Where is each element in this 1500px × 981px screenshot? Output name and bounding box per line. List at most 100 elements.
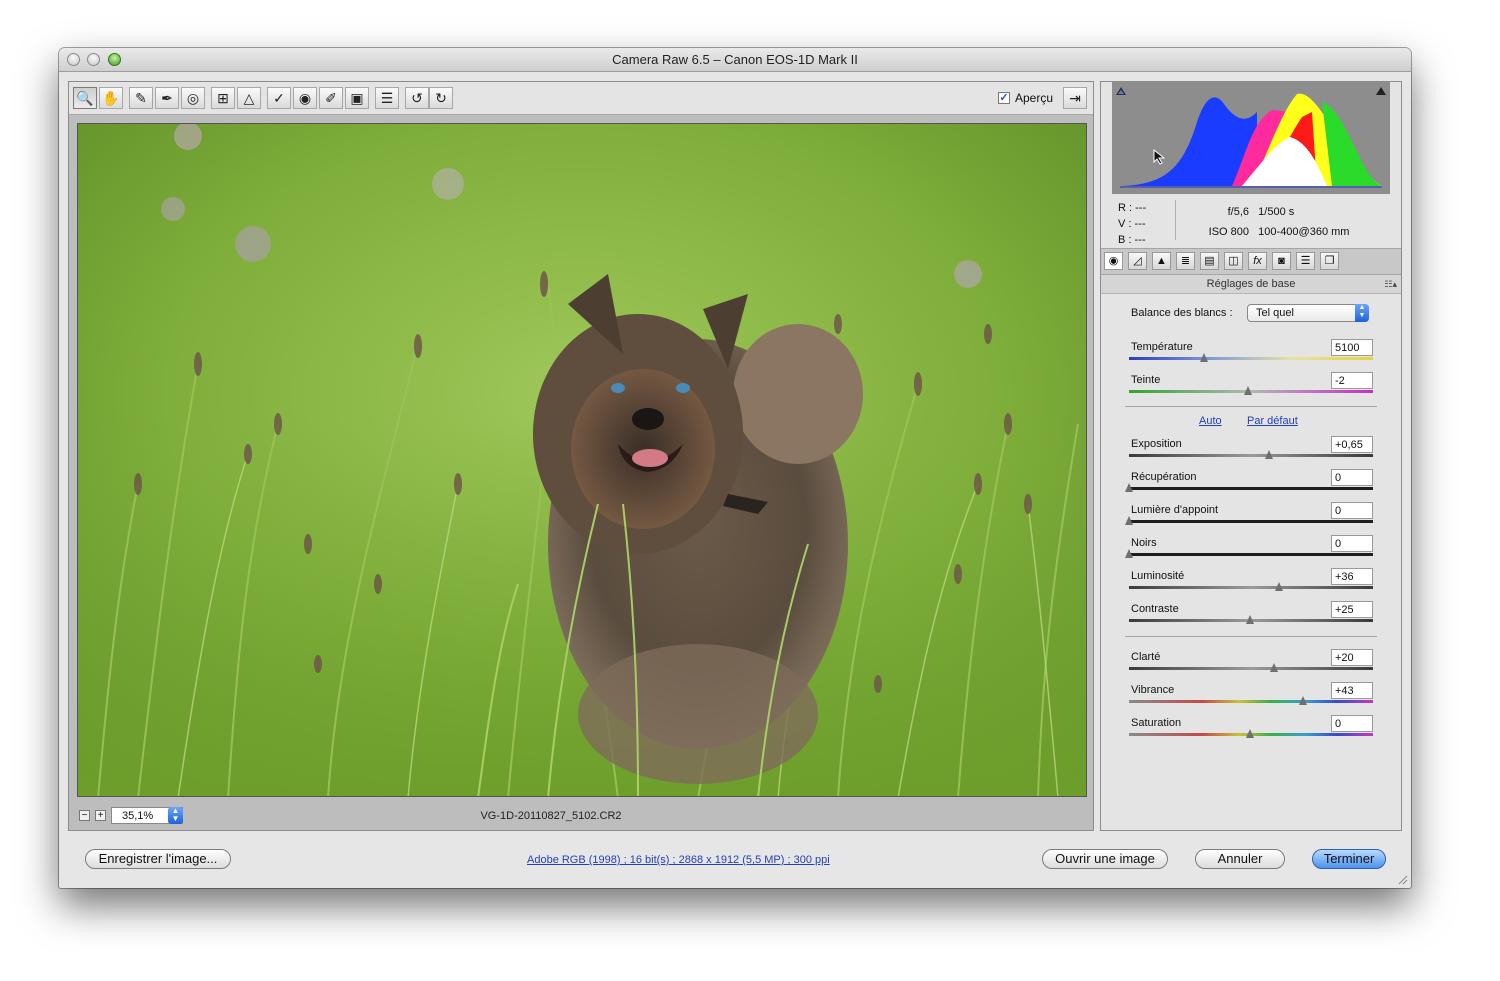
slider-value-field[interactable]: 5100 — [1331, 339, 1373, 356]
color-sampler-icon[interactable]: ✒ — [155, 87, 179, 109]
rotate-left-icon[interactable]: ↺ — [405, 87, 429, 109]
slider-thumb[interactable] — [1125, 483, 1133, 492]
slider-thumb[interactable] — [1275, 582, 1284, 591]
slider-row: Exposition +0,65 — [1129, 436, 1373, 468]
slider-label: Luminosité — [1131, 570, 1185, 582]
white-balance-select[interactable]: Tel quel ▲ ▼ — [1247, 304, 1369, 322]
graduated-filter-icon[interactable]: ▣ — [345, 87, 369, 109]
v-label: V : — [1118, 218, 1132, 230]
lens-corrections-icon[interactable]: ◫ — [1224, 252, 1243, 270]
slider-value-field[interactable]: +20 — [1331, 649, 1373, 666]
slider-row: Noirs 0 — [1125, 535, 1373, 567]
highlight-clipping-icon[interactable] — [1375, 85, 1387, 95]
workflow-options-link[interactable]: Adobe RGB (1998) ; 16 bit(s) ; 2868 x 19… — [527, 854, 830, 866]
preview-area: 🔍 ✋ ✎ ✒ ◎ ⊞ △ ✓ ◉ ✐ ▣ ☰ ↺ ↻ ✓ Aperçu ⇥ −… — [68, 81, 1094, 831]
fullscreen-icon[interactable]: ⇥ — [1063, 87, 1087, 109]
slider-value-field[interactable]: +0,65 — [1331, 436, 1373, 453]
slider-value-field[interactable]: +25 — [1331, 601, 1373, 618]
slider-value-field[interactable]: 0 — [1331, 715, 1373, 732]
open-image-button[interactable]: Ouvrir une image — [1042, 849, 1168, 869]
slider-track[interactable] — [1129, 357, 1373, 360]
default-link[interactable]: Par défaut — [1247, 415, 1298, 427]
slider-track[interactable] — [1129, 520, 1373, 523]
tone-curve-icon[interactable]: ◿ — [1128, 252, 1147, 270]
slider-track[interactable] — [1129, 487, 1373, 490]
slider-track[interactable] — [1129, 667, 1373, 670]
histogram — [1112, 82, 1390, 194]
slider-thumb[interactable] — [1246, 615, 1254, 624]
hand-icon[interactable]: ✋ — [99, 87, 123, 109]
shutter-speed: 1/500 s — [1258, 206, 1295, 218]
slider-thumb[interactable] — [1125, 516, 1133, 525]
slider-track[interactable] — [1129, 586, 1373, 589]
crop-icon[interactable]: ⊞ — [211, 87, 235, 109]
resize-grip-icon[interactable] — [1398, 875, 1408, 885]
preview-checkbox[interactable]: ✓ — [997, 92, 1010, 104]
straighten-icon[interactable]: △ — [237, 87, 261, 109]
slider-row: Teinte -2 — [1129, 372, 1373, 404]
slider-track[interactable] — [1129, 454, 1373, 457]
adjustment-brush-icon[interactable]: ✐ — [319, 87, 343, 109]
presets-icon[interactable]: ☰ — [1296, 252, 1315, 270]
info-divider — [1175, 200, 1176, 240]
white-balance-icon[interactable]: ✎ — [129, 87, 153, 109]
rotate-right-icon[interactable]: ↻ — [429, 87, 453, 109]
save-image-button[interactable]: Enregistrer l'image... — [85, 849, 231, 869]
camera-calibration-icon[interactable]: ◙ — [1272, 252, 1291, 270]
photo-preview[interactable] — [77, 123, 1087, 797]
v-value: --- — [1134, 218, 1146, 230]
slider-thumb[interactable] — [1246, 729, 1254, 738]
shadow-clipping-icon[interactable] — [1115, 85, 1127, 95]
hsl-icon[interactable]: ≣ — [1176, 252, 1195, 270]
r-label: R : — [1118, 202, 1133, 214]
preferences-icon[interactable]: ☰ — [375, 87, 399, 109]
chevron-updown-icon: ▲ ▼ — [1355, 304, 1369, 322]
preview-label: Aperçu — [1014, 91, 1053, 105]
rgb-readout: R : --- V : --- B : --- — [1118, 200, 1146, 248]
dog-in-grass-photo — [78, 124, 1086, 796]
slider-thumb[interactable] — [1270, 663, 1279, 672]
effects-icon[interactable]: fx — [1248, 252, 1267, 270]
lens: 100-400@360 mm — [1258, 226, 1350, 238]
slider-track[interactable] — [1129, 700, 1373, 703]
slider-label: Vibrance — [1131, 684, 1175, 696]
slider-row: Lumière d'appoint 0 — [1125, 502, 1373, 534]
preview-toggle[interactable]: ✓ Aperçu — [997, 91, 1053, 105]
white-balance-label: Balance des blancs : — [1131, 307, 1233, 319]
mouse-cursor-icon — [1153, 148, 1166, 168]
divider — [1125, 636, 1377, 637]
slider-value-field[interactable]: +43 — [1331, 682, 1373, 699]
slider-label: Saturation — [1131, 717, 1182, 729]
slider-thumb[interactable] — [1299, 696, 1308, 705]
cancel-button[interactable]: Annuler — [1195, 849, 1285, 869]
slider-thumb[interactable] — [1125, 549, 1133, 558]
panel-menu-icon[interactable]: ☷▴ — [1384, 275, 1397, 293]
slider-value-field[interactable]: -2 — [1331, 372, 1373, 389]
slider-thumb[interactable] — [1200, 353, 1209, 362]
basic-icon[interactable]: ◉ — [1104, 252, 1123, 270]
red-eye-icon[interactable]: ◉ — [293, 87, 317, 109]
snapshots-icon[interactable]: ❐ — [1320, 252, 1339, 270]
target-adjust-icon[interactable]: ◎ — [181, 87, 205, 109]
slider-value-field[interactable]: +36 — [1331, 568, 1373, 585]
tool-bar: 🔍 ✋ ✎ ✒ ◎ ⊞ △ ✓ ◉ ✐ ▣ ☰ ↺ ↻ ✓ Aperçu ⇥ — [69, 82, 1093, 115]
slider-label: Clarté — [1131, 651, 1161, 663]
slider-thumb[interactable] — [1265, 450, 1274, 459]
slider-track[interactable] — [1129, 553, 1373, 556]
preview-status-bar: − + 35,1% ▲ ▼ VG-1D-20110827_5102.CR2 — [69, 802, 1093, 830]
split-toning-icon[interactable]: ▤ — [1200, 252, 1219, 270]
slider-value-field[interactable]: 0 — [1331, 469, 1373, 486]
slider-thumb[interactable] — [1243, 386, 1252, 395]
slider-label: Lumière d'appoint — [1131, 504, 1219, 516]
detail-icon[interactable]: ▲ — [1152, 252, 1171, 270]
spot-removal-icon[interactable]: ✓ — [267, 87, 291, 109]
slider-row: Vibrance +43 — [1129, 682, 1373, 714]
white-balance-value: Tel quel — [1256, 307, 1294, 319]
zoom-icon[interactable]: 🔍 — [73, 87, 97, 109]
slider-value-field[interactable]: 0 — [1331, 535, 1373, 552]
slider-label: Récupération — [1131, 471, 1197, 483]
done-button[interactable]: Terminer — [1312, 849, 1386, 869]
auto-link[interactable]: Auto — [1199, 415, 1222, 427]
slider-value-field[interactable]: 0 — [1331, 502, 1373, 519]
panel-tabs: ◉ ◿ ▲ ≣ ▤ ◫ fx ◙ ☰ ❐ — [1101, 248, 1401, 275]
